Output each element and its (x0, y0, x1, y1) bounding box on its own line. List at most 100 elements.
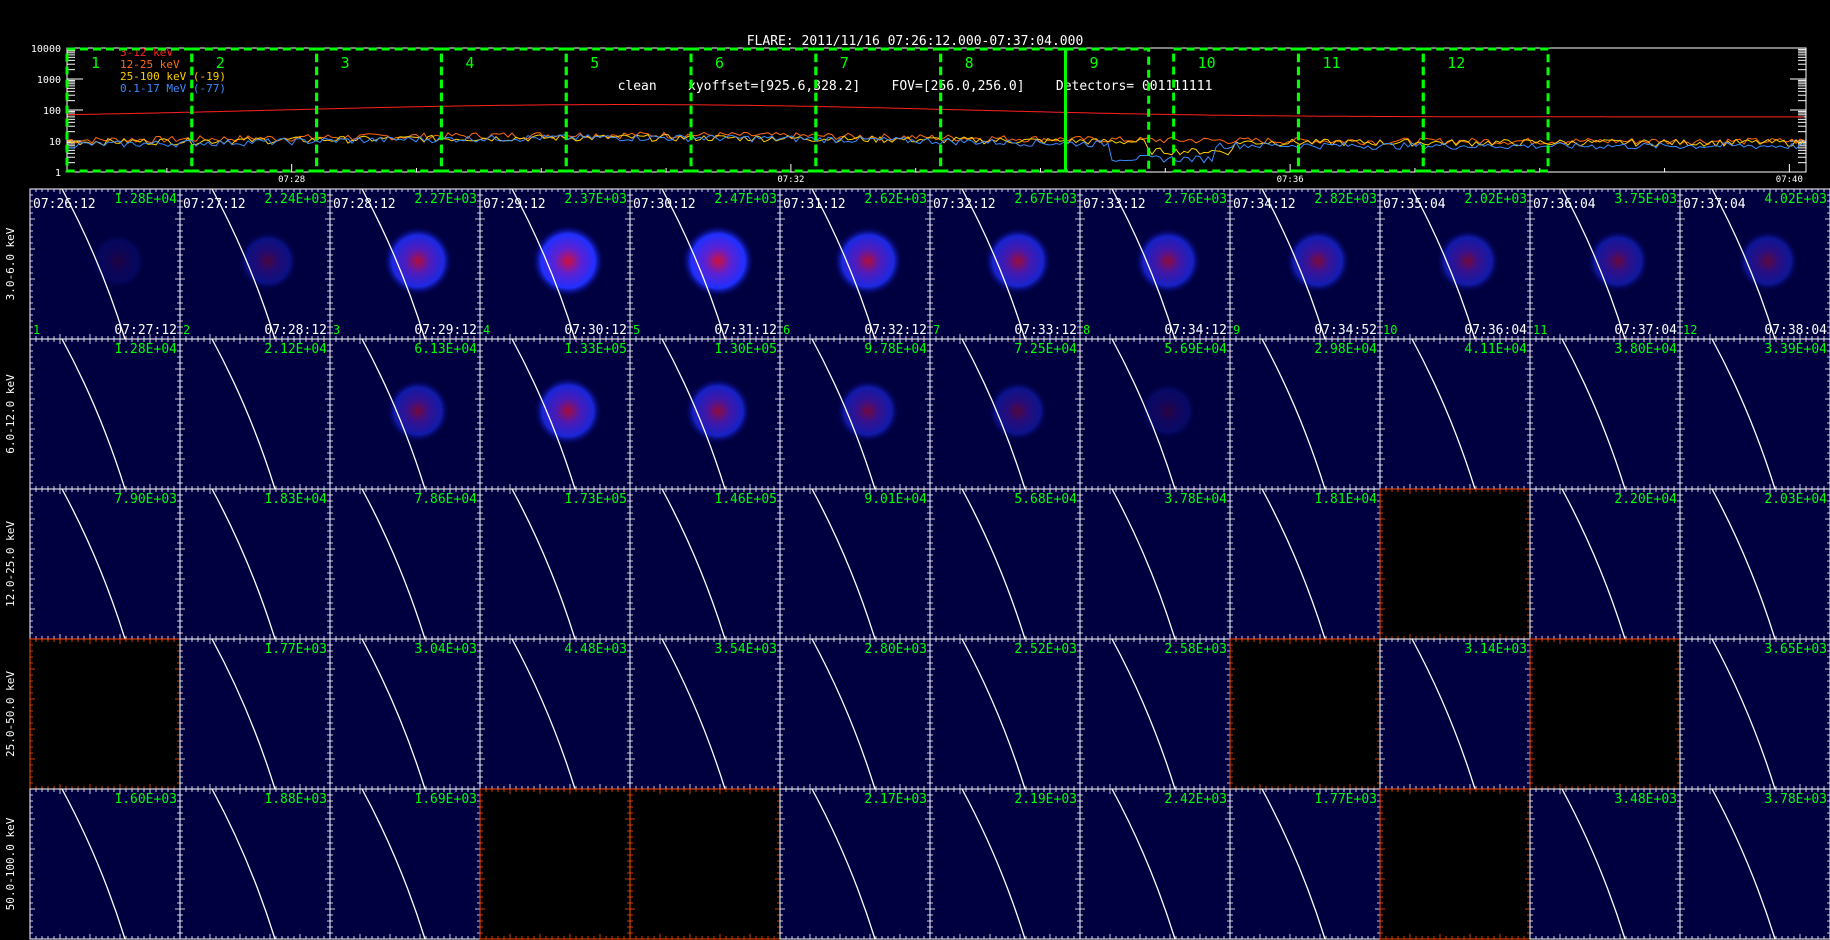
map-cell: 4.11E+04 (1379, 338, 1531, 490)
image-grid: 3.0-6.0 keV 6.0-12.0 keV 12.0-25.0 keV 25.0… (4, 188, 1830, 940)
interval-end-time: 07:32:12 (864, 323, 927, 338)
map-cell: 7.90E+03 (29, 488, 181, 640)
map-background (480, 489, 630, 639)
map-background (1530, 789, 1680, 939)
map-background (1380, 789, 1530, 939)
map-background (1230, 489, 1380, 639)
max-value-label: 2.27E+03 (414, 192, 477, 207)
energy-band-label: 6.0-12.0 keV (4, 374, 17, 454)
interval-index: 6 (783, 323, 790, 337)
flare-source (833, 226, 903, 296)
map-cell: 2.62E+03 07:31:12 07:32:12 6 (779, 188, 931, 340)
max-value-label: 3.75E+03 (1614, 192, 1677, 207)
map-background (330, 639, 480, 789)
map-cell: 2.42E+03 (1079, 788, 1231, 940)
max-value-label: 1.28E+04 (114, 192, 177, 207)
interval-index: 9 (1233, 323, 1240, 337)
map-cell: 7.25E+04 (929, 338, 1081, 490)
energy-band-label: 25.0-50.0 keV (4, 671, 17, 757)
max-value-label: 2.37E+03 (564, 192, 627, 207)
interval-end-time: 07:27:12 (114, 323, 177, 338)
map-background (930, 489, 1080, 639)
map-cell: 2.37E+03 07:29:12 07:30:12 4 (479, 188, 631, 340)
map-background (930, 639, 1080, 789)
map-cell: 6.13E+04 (329, 338, 481, 490)
max-value-label: 4.11E+04 (1464, 342, 1527, 357)
max-value-label: 2.12E+04 (264, 342, 327, 357)
interval-index: 5 (633, 323, 640, 337)
max-value-label: 1.28E+04 (114, 342, 177, 357)
max-value-label: 1.83E+04 (264, 492, 327, 507)
max-value-label: 4.48E+03 (564, 642, 627, 657)
max-value-label: 3.48E+03 (1614, 792, 1677, 807)
map-background (180, 339, 330, 489)
max-value-label: 1.73E+05 (564, 492, 627, 507)
map-cell: 2.58E+03 (1079, 638, 1231, 790)
map-background (480, 789, 630, 939)
max-value-label: 5.68E+04 (1014, 492, 1077, 507)
map-cell (479, 788, 631, 940)
map-cell: 3.48E+03 (1529, 788, 1681, 940)
max-value-label: 1.60E+03 (114, 792, 177, 807)
max-value-label: 6.13E+04 (414, 342, 477, 357)
max-value-label: 2.17E+03 (864, 792, 927, 807)
map-background (1380, 339, 1530, 489)
map-background (1680, 339, 1830, 489)
max-value-label: 2.24E+03 (264, 192, 327, 207)
map-cell: 2.80E+03 (779, 638, 931, 790)
flare-source (685, 378, 751, 444)
interval-start-time: 07:29:12 (483, 197, 546, 212)
interval-index: 2 (183, 323, 190, 337)
max-value-label: 2.47E+03 (714, 192, 777, 207)
max-value-label: 2.03E+04 (1764, 492, 1827, 507)
interval-start-time: 07:34:12 (1233, 197, 1296, 212)
interval-start-time: 07:36:04 (1533, 197, 1596, 212)
interval-start-time: 07:26:12 (33, 197, 96, 212)
max-value-label: 5.69E+04 (1164, 342, 1227, 357)
max-value-label: 1.77E+03 (1314, 792, 1377, 807)
energy-band-label: 3.0-6.0 keV (4, 227, 17, 300)
map-background (30, 789, 180, 939)
max-value-label: 2.58E+03 (1164, 642, 1227, 657)
energy-band-label: 50.0-100.0 keV (4, 817, 17, 910)
max-value-label: 9.78E+04 (864, 342, 927, 357)
map-background (1680, 489, 1830, 639)
max-value-label: 3.78E+04 (1164, 492, 1227, 507)
interval-index: 7 (933, 323, 940, 337)
interval-index: 3 (333, 323, 340, 337)
interval-end-time: 07:37:04 (1614, 323, 1677, 338)
max-value-label: 3.78E+03 (1764, 792, 1827, 807)
map-background (1380, 639, 1530, 789)
flare-source (1140, 383, 1196, 439)
map-cell (1229, 638, 1381, 790)
interval-start-time: 07:28:12 (333, 197, 396, 212)
map-cell (629, 788, 781, 940)
max-value-label: 2.02E+03 (1464, 192, 1527, 207)
map-background (630, 789, 780, 939)
map-background (1080, 489, 1230, 639)
max-value-label: 1.69E+03 (414, 792, 477, 807)
energy-band-label: 12.0-25.0 keV (4, 521, 17, 607)
map-cell: 2.52E+03 (929, 638, 1081, 790)
interval-end-time: 07:38:04 (1764, 323, 1827, 338)
flare-source (238, 231, 298, 291)
map-background (180, 789, 330, 939)
interval-start-time: 07:37:04 (1683, 197, 1746, 212)
max-value-label: 1.33E+05 (564, 342, 627, 357)
map-cell: 7.86E+04 (329, 488, 481, 640)
flare-source (682, 225, 754, 297)
map-cell: 2.67E+03 07:32:12 07:33:12 7 (929, 188, 1081, 340)
max-value-label: 3.65E+03 (1764, 642, 1827, 657)
interval-end-time: 07:34:52 (1314, 323, 1377, 338)
map-background (1680, 789, 1830, 939)
max-value-label: 4.02E+03 (1764, 192, 1827, 207)
max-value-label: 3.14E+03 (1464, 642, 1527, 657)
map-cell: 1.46E+05 (629, 488, 781, 640)
map-cell: 1.33E+05 (479, 338, 631, 490)
max-value-label: 1.30E+05 (714, 342, 777, 357)
max-value-label: 7.90E+03 (114, 492, 177, 507)
interval-start-time: 07:31:12 (783, 197, 846, 212)
map-background (330, 789, 480, 939)
map-cell: 3.75E+03 07:36:04 07:37:04 11 (1529, 188, 1681, 340)
map-cell: 5.69E+04 (1079, 338, 1231, 490)
